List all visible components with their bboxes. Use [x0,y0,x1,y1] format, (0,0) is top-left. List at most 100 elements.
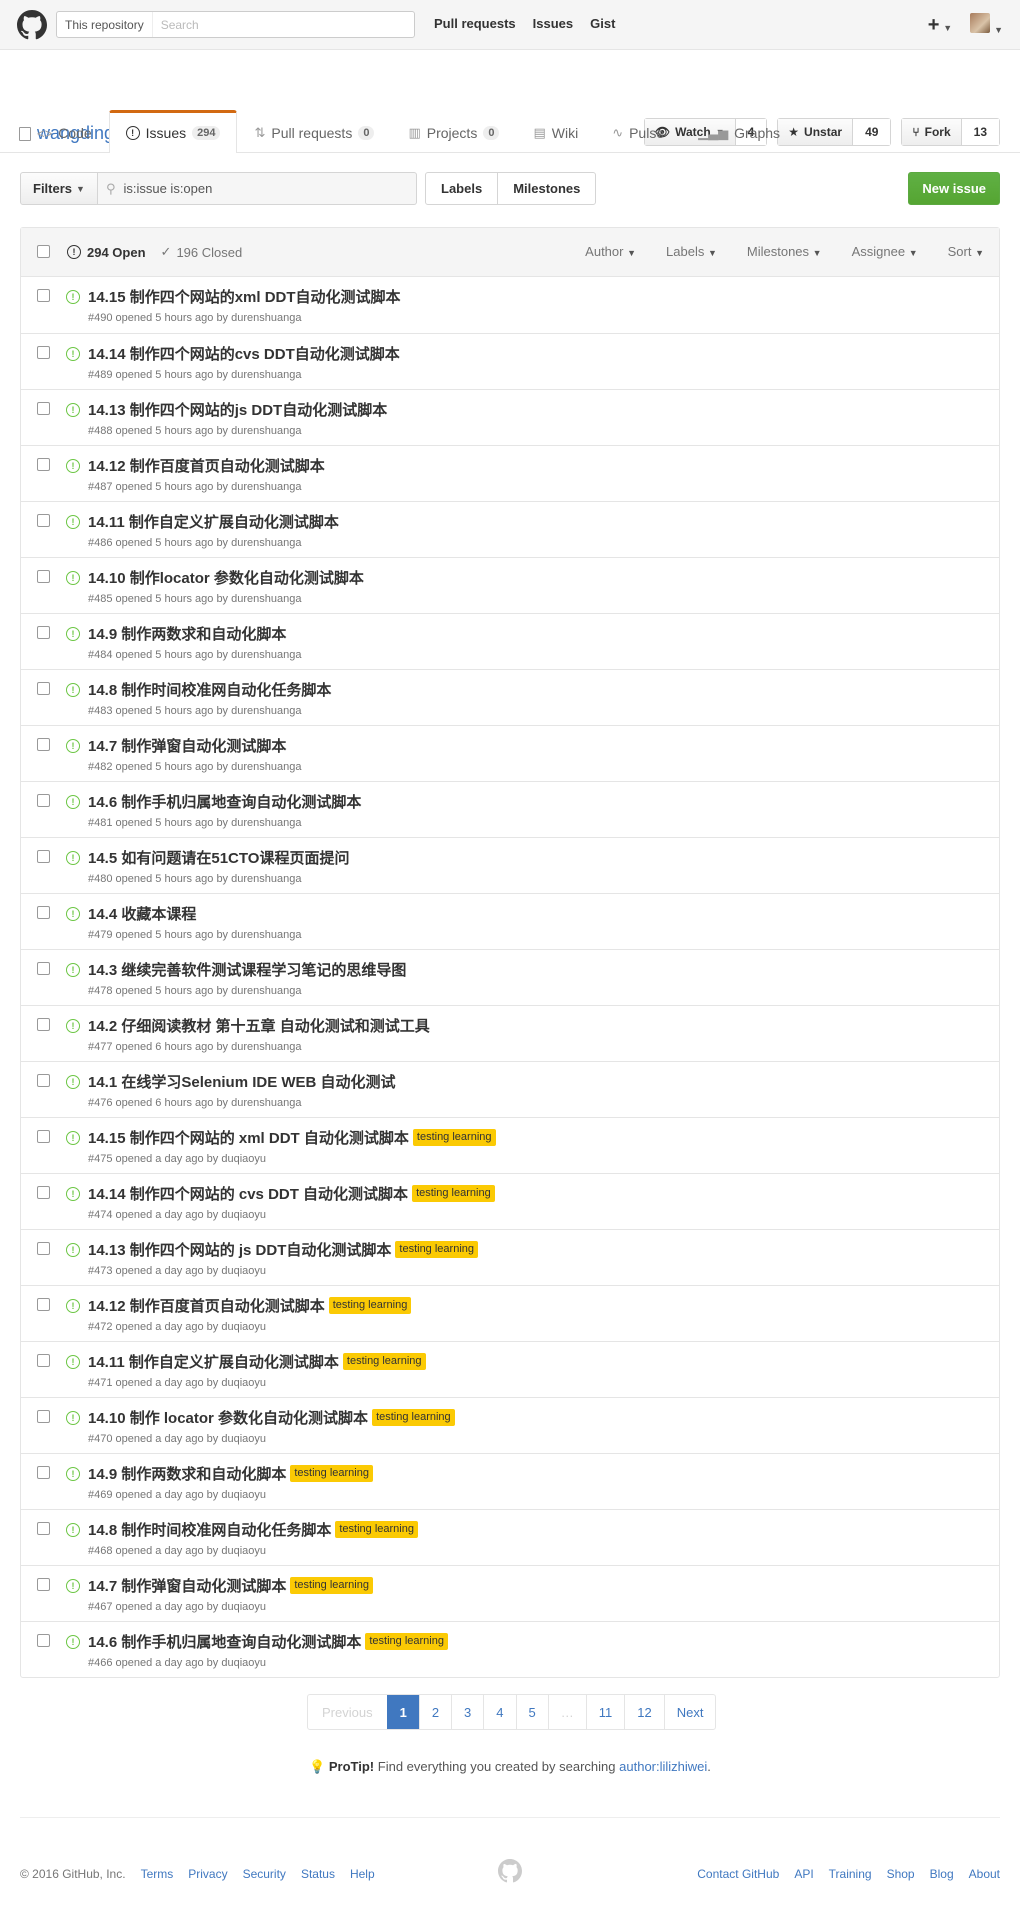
issue-checkbox[interactable] [37,1466,50,1479]
issue-checkbox[interactable] [37,1354,50,1367]
issue-title-link[interactable]: 14.7 制作弹窗自动化测试脚本 [88,735,286,756]
filter-search-input[interactable]: ⚲ is:issue is:open [97,172,417,205]
nav-issues[interactable]: Issues [533,16,573,31]
issue-label[interactable]: testing learning [342,1352,426,1371]
labels-button[interactable]: Labels [426,173,497,204]
nav-pull-requests[interactable]: Pull requests [434,16,516,31]
footer-link-shop[interactable]: Shop [887,1867,915,1881]
issue-checkbox[interactable] [37,1018,50,1031]
issue-title-link[interactable]: 14.13 制作四个网站的 js DDT自动化测试脚本 testing learn… [88,1239,478,1260]
issue-checkbox[interactable] [37,850,50,863]
footer-link-security[interactable]: Security [243,1867,286,1881]
issue-label[interactable]: testing learning [365,1632,448,1651]
issue-label[interactable]: testing learning [412,1128,496,1147]
fork-count[interactable]: 13 [961,119,999,145]
new-issue-button[interactable]: New issue [908,172,1000,205]
issue-label[interactable]: testing learning [290,1464,373,1483]
issue-checkbox[interactable] [37,346,50,359]
issue-title-link[interactable]: 14.10 制作locator 参数化自动化测试脚本 [88,567,364,588]
issue-checkbox[interactable] [37,458,50,471]
issue-checkbox[interactable] [37,289,50,302]
issue-label[interactable]: testing learning [328,1296,412,1315]
nav-gist[interactable]: Gist [590,16,615,31]
issue-title-link[interactable]: 14.2 仔细阅读教材 第十五章 自动化测试和测试工具 [88,1015,430,1036]
issue-title-link[interactable]: 14.12 制作百度首页自动化测试脚本 [88,455,325,476]
issue-title-link[interactable]: 14.7 制作弹窗自动化测试脚本 testing learning [88,1575,373,1596]
issue-checkbox[interactable] [37,962,50,975]
issue-title-link[interactable]: 14.6 制作手机归属地查询自动化测试脚本 [88,791,361,812]
closed-issues-link[interactable]: ✓ 196 Closed [161,244,243,260]
footer-link-help[interactable]: Help [350,1867,375,1881]
issue-title-link[interactable]: 14.1 在线学习Selenium IDE WEB 自动化测试 [88,1071,396,1092]
issue-checkbox[interactable] [37,1186,50,1199]
issue-title-link[interactable]: 14.8 制作时间校准网自动化任务脚本 [88,679,331,700]
page-link[interactable]: 12 [624,1695,663,1729]
issue-label[interactable]: testing learning [412,1184,495,1203]
issue-title-link[interactable]: 14.11 制作自定义扩展自动化测试脚本 testing learning [88,1351,426,1372]
author-filter[interactable]: Author ▼ [585,244,636,259]
issue-checkbox[interactable] [37,514,50,527]
page-link[interactable]: 3 [451,1695,483,1729]
tab-pulse[interactable]: ∿ Pulse [595,110,681,153]
issue-checkbox[interactable] [37,906,50,919]
issue-title-link[interactable]: 14.9 制作两数求和自动化脚本 [88,623,286,644]
issue-title-link[interactable]: 14.9 制作两数求和自动化脚本 testing learning [88,1463,373,1484]
milestones-filter[interactable]: Milestones ▼ [747,244,822,259]
issue-label[interactable]: testing learning [335,1520,418,1539]
tab-projects[interactable]: ▥ Projects 0 [391,110,516,153]
github-logo-icon[interactable] [17,10,47,40]
github-mark-icon[interactable] [498,1859,522,1883]
create-new-button[interactable]: + ▼ [928,15,953,35]
tab-wiki[interactable]: ▤ Wiki [516,110,595,153]
issue-label[interactable]: testing learning [290,1576,373,1595]
page-link[interactable]: 2 [418,1695,451,1729]
search-input[interactable]: Search [153,18,199,32]
user-menu[interactable]: ▼ [970,13,1003,36]
issue-checkbox[interactable] [37,402,50,415]
footer-link-blog[interactable]: Blog [930,1867,954,1881]
filters-button[interactable]: Filters ▼ [20,172,98,205]
select-all-checkbox[interactable] [37,245,50,258]
issue-checkbox[interactable] [37,1130,50,1143]
issue-checkbox[interactable] [37,1298,50,1311]
issue-checkbox[interactable] [37,682,50,695]
open-issues-link[interactable]: ! 294 Open [67,244,146,260]
tab-code[interactable]: <> Code [20,110,109,153]
footer-link-terms[interactable]: Terms [141,1867,174,1881]
tab-graphs[interactable]: ▁▃▅ Graphs [681,110,797,153]
issue-title-link[interactable]: 14.11 制作自定义扩展自动化测试脚本 [88,511,339,532]
page-link[interactable]: 11 [585,1695,625,1729]
footer-link-privacy[interactable]: Privacy [188,1867,227,1881]
issue-label[interactable]: testing learning [372,1408,455,1427]
issue-title-link[interactable]: 14.13 制作四个网站的js DDT自动化测试脚本 [88,399,387,420]
footer-link-api[interactable]: API [794,1867,813,1881]
issue-title-link[interactable]: 14.14 制作四个网站的cvs DDT自动化测试脚本 [88,343,400,364]
footer-link-training[interactable]: Training [829,1867,872,1881]
footer-link-status[interactable]: Status [301,1867,335,1881]
sort-filter[interactable]: Sort ▼ [948,244,984,259]
labels-filter[interactable]: Labels ▼ [666,244,717,259]
page-link[interactable]: 4 [483,1695,515,1729]
issue-title-link[interactable]: 14.6 制作手机归属地查询自动化测试脚本 testing learning [88,1631,448,1652]
next-page-button[interactable]: Next [663,1695,716,1729]
issue-checkbox[interactable] [37,738,50,751]
issue-title-link[interactable]: 14.3 继续完善软件测试课程学习笔记的思维导图 [88,959,406,980]
issue-title-link[interactable]: 14.8 制作时间校准网自动化任务脚本 testing learning [88,1519,418,1540]
protip-search-link[interactable]: author:lilizhiwei [619,1759,707,1774]
star-count[interactable]: 49 [853,119,891,145]
issue-title-link[interactable]: 14.15 制作四个网站的xml DDT自动化测试脚本 [88,286,401,307]
search-box[interactable]: This repository Search [56,11,415,38]
tab-pull-requests[interactable]: ⇅ Pull requests 0 [237,110,391,153]
assignee-filter[interactable]: Assignee ▼ [852,244,918,259]
page-link[interactable]: 5 [515,1695,548,1729]
issue-checkbox[interactable] [37,1410,50,1423]
issue-checkbox[interactable] [37,794,50,807]
fork-button[interactable]: ⑂ Fork [902,119,962,145]
issue-checkbox[interactable] [37,1074,50,1087]
footer-link-contact[interactable]: Contact GitHub [697,1867,779,1881]
milestones-button[interactable]: Milestones [497,173,595,204]
issue-title-link[interactable]: 14.4 收藏本课程 [88,903,196,924]
issue-checkbox[interactable] [37,626,50,639]
issue-title-link[interactable]: 14.12 制作百度首页自动化测试脚本 testing learning [88,1295,412,1316]
issue-checkbox[interactable] [37,570,50,583]
